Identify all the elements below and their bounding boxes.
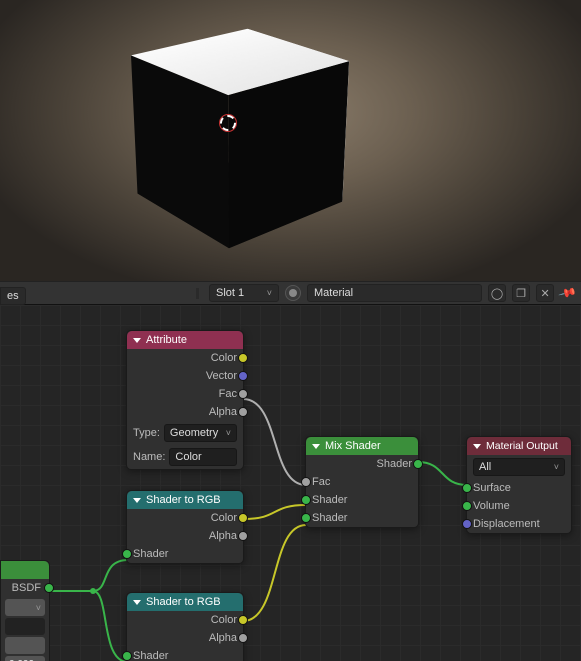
collapse-icon[interactable] (473, 444, 481, 449)
node-mix-shader[interactable]: Mix Shader Shader Fac Shader Shader (305, 436, 419, 528)
field-label: Type: (133, 427, 160, 439)
node-title: Attribute (146, 334, 187, 346)
socket-shader-in[interactable] (301, 495, 311, 505)
collapse-icon[interactable] (133, 498, 141, 503)
socket-label: Fac (312, 476, 330, 488)
chevron-down-icon: ˅ (554, 462, 559, 472)
browse-slots-icon[interactable] (196, 288, 199, 299)
socket-label: Shader (312, 494, 347, 506)
node-shader-to-rgb-1[interactable]: Shader to RGB Color Alpha Shader (126, 490, 244, 564)
socket-fac-in[interactable] (301, 477, 311, 487)
socket-displacement-in[interactable] (462, 519, 472, 529)
socket-label: Alpha (209, 406, 237, 418)
chevron-down-icon: ˅ (226, 428, 231, 438)
node-shader-to-rgb-2[interactable]: Shader to RGB Color Alpha Shader (126, 592, 244, 661)
socket-label: Color (211, 352, 237, 364)
collapse-icon[interactable] (133, 600, 141, 605)
cube-object[interactable] (124, 5, 354, 255)
output-target-select[interactable]: All˅ (473, 458, 565, 476)
cut-label: es (0, 287, 26, 305)
socket-label: Alpha (209, 632, 237, 644)
node-material-output[interactable]: Material Output All˅ Surface Volume Disp… (466, 436, 572, 534)
socket-label: Shader (133, 548, 168, 560)
socket-label: Vector (206, 370, 237, 382)
node-title: Shader to RGB (146, 596, 221, 608)
pin-icon[interactable]: 📌 (558, 283, 578, 303)
value-field[interactable] (5, 637, 45, 654)
socket-label: Color (211, 512, 237, 524)
socket-label: Displacement (473, 518, 540, 530)
attribute-type-select[interactable]: Geometry˅ (164, 424, 237, 442)
socket-label: Surface (473, 482, 511, 494)
node-title: Material Output (486, 440, 558, 452)
collapse-icon[interactable] (312, 444, 320, 449)
material-toolbar: Slot 1 ˅ Material ◯ ❐ ✕ 📌 (0, 281, 581, 305)
collapse-icon[interactable] (133, 338, 141, 343)
socket-label: BSDF (12, 582, 41, 594)
socket-label: Color (211, 614, 237, 626)
node-title: Mix Shader (325, 440, 381, 452)
unlink-button[interactable]: ✕ (536, 284, 554, 302)
value-field[interactable]: ˅ (5, 599, 45, 616)
node-header[interactable] (1, 561, 49, 579)
value-field[interactable]: 0.000 (5, 656, 45, 661)
socket-alpha-out[interactable] (238, 633, 248, 643)
socket-shader-in[interactable] (122, 549, 132, 559)
cursor-3d-icon (220, 115, 236, 131)
socket-label: Volume (473, 500, 510, 512)
socket-alpha-out[interactable] (238, 407, 248, 417)
node-attribute[interactable]: Attribute Color Vector Fac Alpha Type: Ge… (126, 330, 244, 470)
socket-fac-out[interactable] (238, 389, 248, 399)
socket-volume-in[interactable] (462, 501, 472, 511)
socket-vector-out[interactable] (238, 371, 248, 381)
socket-color-out[interactable] (238, 513, 248, 523)
fake-user-button[interactable]: ◯ (488, 284, 506, 302)
color-field[interactable] (5, 618, 45, 635)
socket-label: Shader (312, 512, 347, 524)
node-editor[interactable]: Attribute Color Vector Fac Alpha Type: Ge… (0, 305, 581, 661)
viewport-3d[interactable] (0, 0, 581, 281)
socket-label: Shader (377, 458, 412, 470)
material-preview-icon[interactable] (285, 285, 301, 301)
node-header[interactable]: Attribute (127, 331, 243, 349)
socket-color-out[interactable] (238, 353, 248, 363)
socket-label: Fac (219, 388, 237, 400)
material-name-input[interactable]: Material (307, 284, 482, 302)
duplicate-button[interactable]: ❐ (512, 284, 530, 302)
socket-color-out[interactable] (238, 615, 248, 625)
socket-surface-in[interactable] (462, 483, 472, 493)
socket-label: Alpha (209, 530, 237, 542)
node-bsdf-partial[interactable]: BSDF ˅ 0.000 (0, 560, 50, 661)
chevron-down-icon: ˅ (267, 288, 272, 298)
socket-alpha-out[interactable] (238, 531, 248, 541)
node-title: Shader to RGB (146, 494, 221, 506)
field-label: Name: (133, 451, 165, 463)
socket-bsdf-out[interactable] (44, 583, 54, 593)
attribute-name-input[interactable]: Color (169, 448, 237, 466)
material-slot-select[interactable]: Slot 1 ˅ (209, 284, 279, 302)
slot-label: Slot 1 (216, 287, 244, 299)
socket-label: Shader (133, 650, 168, 661)
socket-shader-in[interactable] (301, 513, 311, 523)
socket-shader-out[interactable] (413, 459, 423, 469)
socket-shader-in[interactable] (122, 651, 132, 661)
